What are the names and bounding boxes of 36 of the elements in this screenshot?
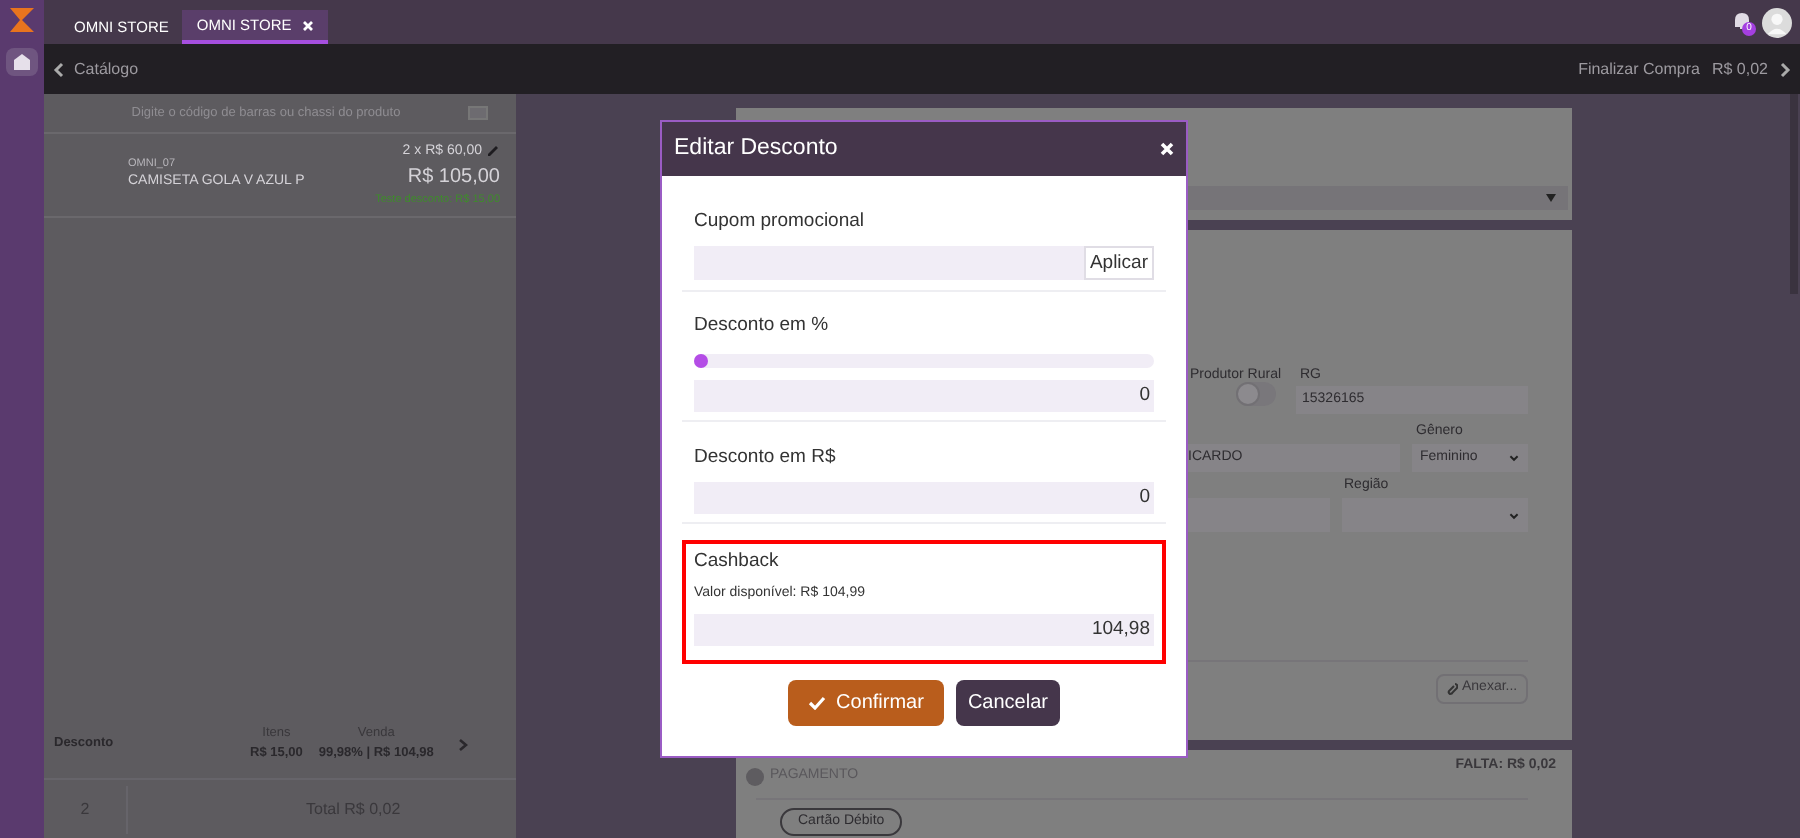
checkout-link[interactable]: Finalizar Compra R$ 0,02 — [1578, 57, 1792, 81]
home-button[interactable] — [6, 48, 38, 76]
apply-button[interactable]: Aplicar — [1083, 246, 1154, 281]
avatar-icon[interactable] — [1762, 7, 1792, 37]
cashback-field[interactable]: 104,98 — [694, 613, 1154, 645]
slider-track[interactable] — [694, 353, 1154, 367]
chevron-down-icon — [1508, 509, 1520, 521]
caret-icon — [1546, 194, 1556, 202]
chevron-down-icon — [1508, 452, 1520, 464]
modal-title: Editar Desconto — [674, 133, 838, 164]
chevron-right-icon[interactable] — [457, 737, 468, 751]
cancel-button[interactable]: Cancelar — [955, 679, 1060, 725]
field-label: Cupom promocional — [694, 208, 867, 236]
back-link[interactable]: Catálogo — [52, 57, 139, 81]
field-label: Desconto em R$ — [694, 443, 838, 471]
chevron-right-icon — [1780, 61, 1792, 77]
confirm-button[interactable]: Confirmar — [788, 679, 944, 725]
slider-thumb[interactable] — [694, 353, 708, 367]
pencil-icon[interactable] — [486, 144, 500, 159]
field-label: Desconto em % — [694, 312, 831, 341]
bell-icon[interactable] — [1734, 11, 1750, 29]
percent-field[interactable]: 0 — [694, 379, 1154, 411]
field-label: Cashback — [694, 547, 781, 576]
amount-field[interactable]: 0 — [694, 481, 1154, 514]
paperclip-icon — [1446, 682, 1458, 696]
close-icon[interactable] — [301, 19, 314, 31]
check-icon — [808, 695, 827, 709]
close-icon[interactable] — [1160, 142, 1174, 156]
item-total: R$ 105,00 — [407, 164, 500, 193]
toggle-switch[interactable] — [1236, 382, 1276, 406]
chevron-left-icon — [52, 61, 64, 77]
coupon-field[interactable] — [694, 246, 1084, 281]
logo-icon — [8, 6, 36, 34]
checkout-total: R$ 0,02 — [1711, 57, 1768, 81]
home-icon — [12, 52, 32, 72]
toggle-knob — [1236, 382, 1260, 406]
